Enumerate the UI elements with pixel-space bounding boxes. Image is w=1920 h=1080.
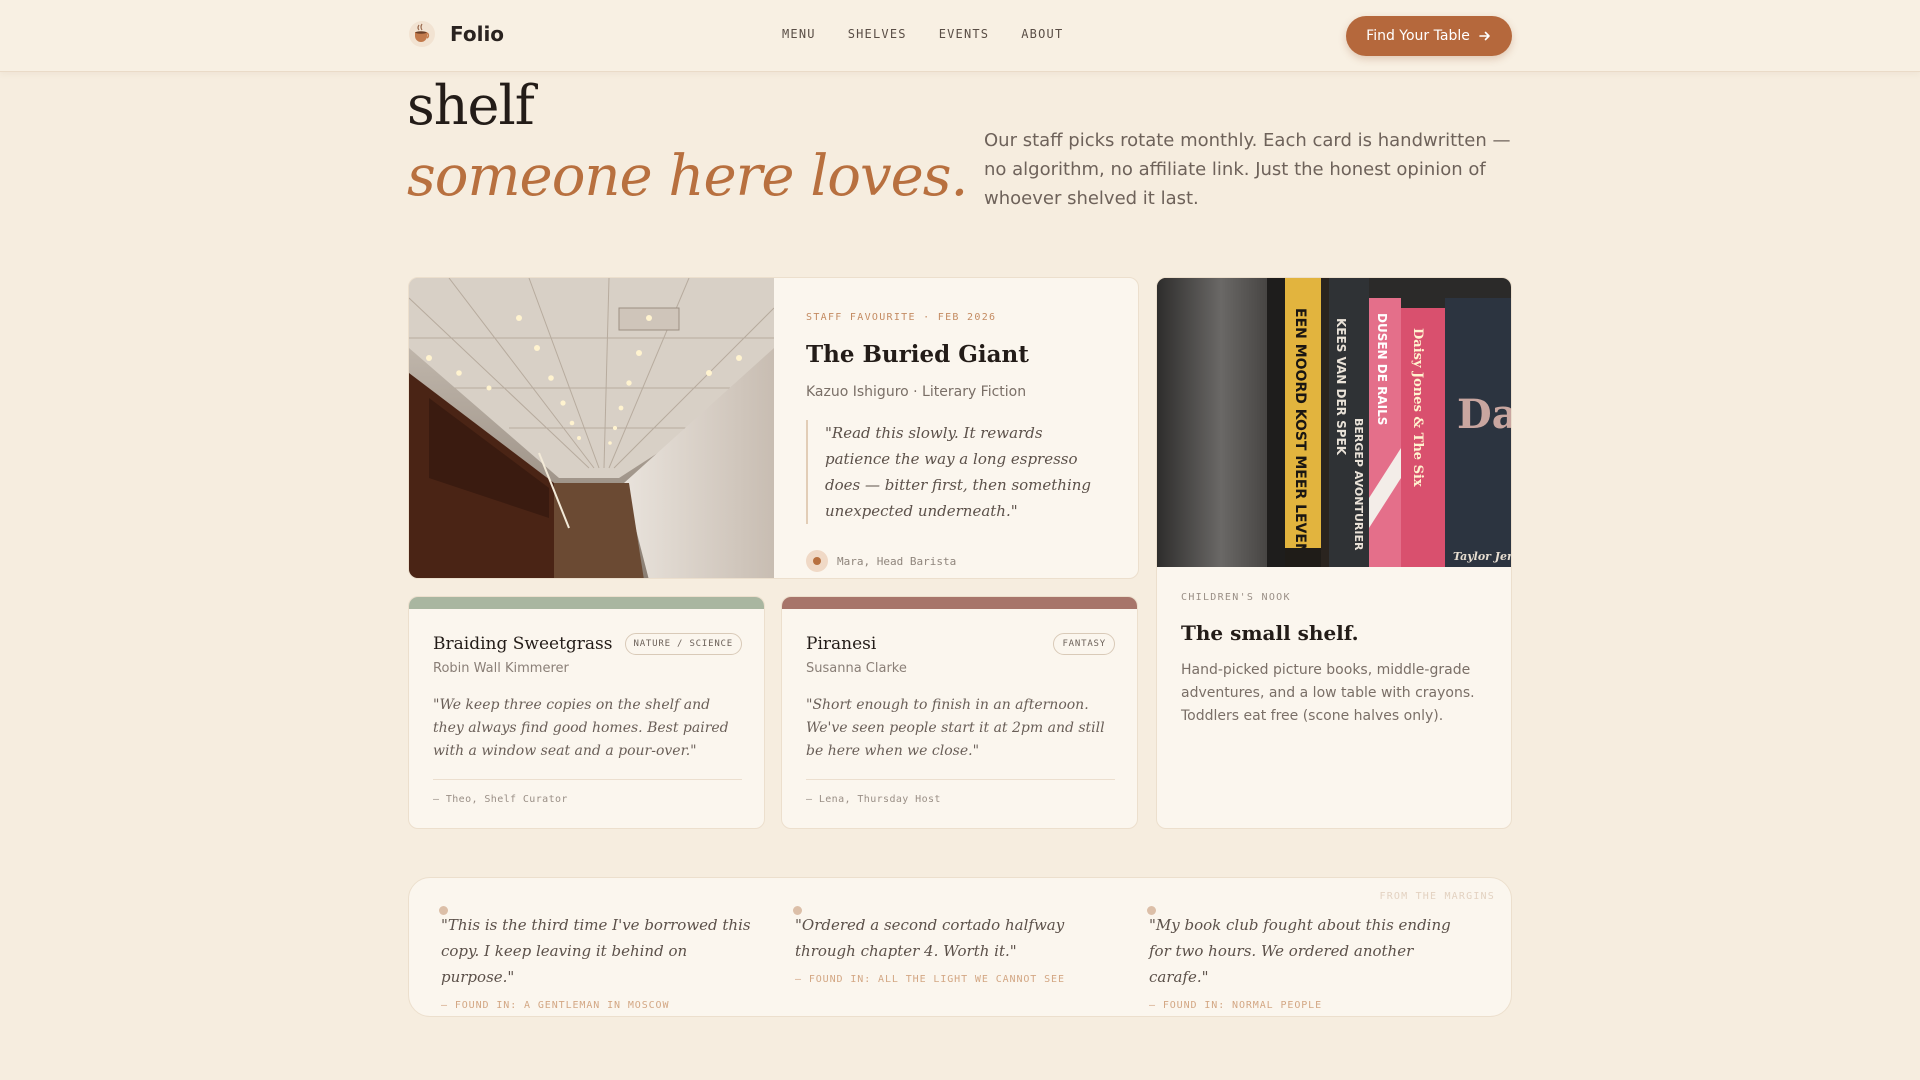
spine-text-3: BERGEP AVONTURIER bbox=[1352, 418, 1365, 551]
margin-note-1: "This is the third time I've borrowed th… bbox=[439, 906, 763, 1011]
card-accent-band bbox=[409, 597, 764, 609]
margins-label: FROM THE MARGINS bbox=[1379, 891, 1495, 902]
margin-note-text: "Ordered a second cortado halfway throug… bbox=[795, 916, 1065, 960]
featured-book-meta: Kazuo Ishiguro · Literary Fiction bbox=[806, 384, 1027, 400]
note-dot-icon bbox=[1147, 906, 1156, 915]
find-your-table-button[interactable]: Find Your Table bbox=[1346, 16, 1512, 56]
nook-title[interactable]: The small shelf. bbox=[1181, 621, 1493, 645]
staff-signature: — Lena, Thursday Host bbox=[806, 794, 941, 805]
cover-title-text: Da Jo & Th bbox=[1457, 391, 1512, 438]
featured-kicker: STAFF FAVOURITE · FEB 2026 bbox=[806, 312, 997, 323]
hero-description: Our staff picks rotate monthly. Each car… bbox=[984, 130, 1511, 209]
book-author: Robin Wall Kimmerer bbox=[433, 661, 569, 676]
brand-name: Folio bbox=[450, 22, 505, 46]
nav-link-events[interactable]: EVENTS bbox=[939, 27, 990, 41]
arrow-right-icon bbox=[1479, 31, 1490, 41]
featured-book-card[interactable]: STAFF FAVOURITE · FEB 2026 The Buried Gi… bbox=[408, 277, 1139, 579]
nav-link-shelves[interactable]: SHELVES bbox=[848, 27, 907, 41]
featured-book-title[interactable]: The Buried Giant bbox=[806, 341, 1111, 368]
hero-heading-line-1: shelf bbox=[407, 74, 535, 137]
margin-note-2: "Ordered a second cortado halfway throug… bbox=[793, 906, 1117, 985]
mini-card-body: Piranesi FANTASY Susanna Clarke "Short e… bbox=[806, 633, 1115, 805]
featured-card-body: STAFF FAVOURITE · FEB 2026 The Buried Gi… bbox=[806, 312, 1111, 572]
brand-logo-link[interactable]: Folio bbox=[408, 20, 504, 48]
staff-signature: — Theo, Shelf Curator bbox=[433, 794, 568, 805]
featured-byline-name: Mara, Head Barista bbox=[837, 554, 957, 568]
margin-note-text: "This is the third time I've borrowed th… bbox=[441, 916, 751, 986]
mini-card-body: Braiding Sweetgrass NATURE / SCIENCE Rob… bbox=[433, 633, 742, 805]
featured-byline: Mara, Head Barista bbox=[806, 550, 1111, 572]
childrens-nook-card[interactable]: EEN MOORD KOST MEER LEVENS KEES VAN DER … bbox=[1156, 277, 1512, 829]
bookshelf-spines-photo: EEN MOORD KOST MEER LEVENS KEES VAN DER … bbox=[1157, 278, 1512, 567]
staff-pick-card-braiding-sweetgrass[interactable]: Braiding Sweetgrass NATURE / SCIENCE Rob… bbox=[408, 596, 765, 829]
cover-author-text: Taylor Jen bbox=[1453, 550, 1512, 563]
card-accent-band bbox=[782, 597, 1137, 609]
from-the-margins-panel: FROM THE MARGINS "This is the third time… bbox=[408, 877, 1512, 1017]
genre-tag[interactable]: NATURE / SCIENCE bbox=[624, 633, 742, 655]
nook-card-body: CHILDREN'S NOOK The small shelf. Hand-pi… bbox=[1181, 592, 1493, 728]
margin-note-source: — FOUND IN: A GENTLEMAN IN MOSCOW bbox=[441, 1000, 670, 1011]
margin-note-3: "My book club fought about this ending f… bbox=[1147, 906, 1471, 1011]
nook-kicker: CHILDREN'S NOOK bbox=[1181, 592, 1291, 603]
book-author: Susanna Clarke bbox=[806, 661, 907, 676]
divider bbox=[433, 779, 742, 780]
nook-description: Hand-picked picture books, middle-grade … bbox=[1181, 662, 1475, 724]
margin-note-source: — FOUND IN: NORMAL PEOPLE bbox=[1149, 1000, 1323, 1011]
spine-text-5: Daisy Jones & The Six bbox=[1410, 328, 1425, 487]
nav-link-about[interactable]: ABOUT bbox=[1021, 27, 1063, 41]
staff-quote: "We keep three copies on the shelf and t… bbox=[433, 697, 729, 759]
genre-tag[interactable]: FANTASY bbox=[1053, 633, 1115, 655]
book-title[interactable]: Braiding Sweetgrass bbox=[433, 634, 613, 654]
staff-quote: "Short enough to finish in an afternoon.… bbox=[806, 697, 1105, 759]
main-nav: MENU SHELVES EVENTS ABOUT bbox=[782, 27, 1063, 41]
staff-avatar-icon bbox=[806, 550, 828, 572]
spine-text-1: EEN MOORD KOST MEER LEVENS bbox=[1292, 308, 1308, 565]
find-your-table-label: Find Your Table bbox=[1366, 28, 1470, 44]
featured-book-quote: "Read this slowly. It rewards patience t… bbox=[806, 420, 1111, 524]
spine-text-2: KEES VAN DER SPEK bbox=[1334, 318, 1348, 456]
margin-note-source: — FOUND IN: ALL THE LIGHT WE CANNOT SEE bbox=[795, 974, 1065, 985]
spine-text-4: DUSEN DE RAILS bbox=[1375, 313, 1389, 425]
book-title[interactable]: Piranesi bbox=[806, 634, 876, 654]
note-dot-icon bbox=[793, 906, 802, 915]
cafe-interior-photo bbox=[409, 278, 774, 578]
mini-card-header: Piranesi FANTASY bbox=[806, 633, 1115, 655]
coffee-cup-logo-icon bbox=[409, 21, 435, 47]
staff-pick-card-piranesi[interactable]: Piranesi FANTASY Susanna Clarke "Short e… bbox=[781, 596, 1138, 829]
mini-card-header: Braiding Sweetgrass NATURE / SCIENCE bbox=[433, 633, 742, 655]
top-navigation-bar: Folio MENU SHELVES EVENTS ABOUT Find You… bbox=[0, 0, 1920, 72]
margin-note-text: "My book club fought about this ending f… bbox=[1149, 916, 1451, 986]
nav-link-menu[interactable]: MENU bbox=[782, 27, 816, 41]
hero-heading-line-2: someone here loves. bbox=[407, 144, 968, 209]
divider bbox=[806, 779, 1115, 780]
note-dot-icon bbox=[439, 906, 448, 915]
